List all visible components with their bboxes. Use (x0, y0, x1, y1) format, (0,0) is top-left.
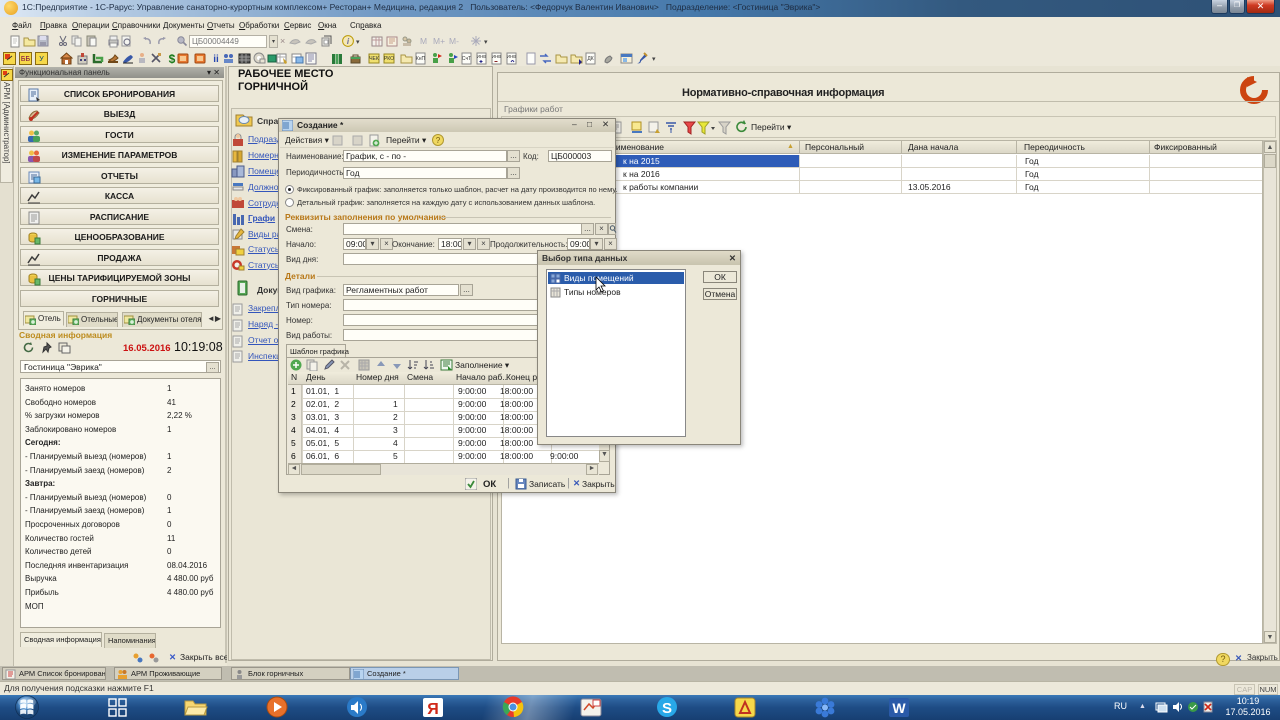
svg-text:КнП: КнП (416, 56, 426, 62)
svg-text:Я: Я (427, 701, 439, 718)
svg-text:ЧЕК: ЧЕК (369, 56, 379, 62)
svg-text:S: S (662, 700, 672, 717)
svg-text:ИНВ: ИНВ (492, 54, 502, 59)
svg-text:W: W (892, 700, 906, 716)
svg-text:ББ: ББ (21, 56, 31, 63)
svg-text:СчТ: СчТ (462, 56, 471, 62)
svg-text:$: $ (169, 52, 176, 65)
svg-text:ii: ii (213, 54, 219, 65)
svg-text:ИНВ: ИНВ (507, 54, 517, 59)
svg-text:ДК: ДК (587, 56, 593, 62)
svg-text:РКО: РКО (384, 56, 394, 62)
svg-text:ИНВ: ИНВ (477, 54, 487, 59)
svg-text:У: У (39, 56, 44, 63)
